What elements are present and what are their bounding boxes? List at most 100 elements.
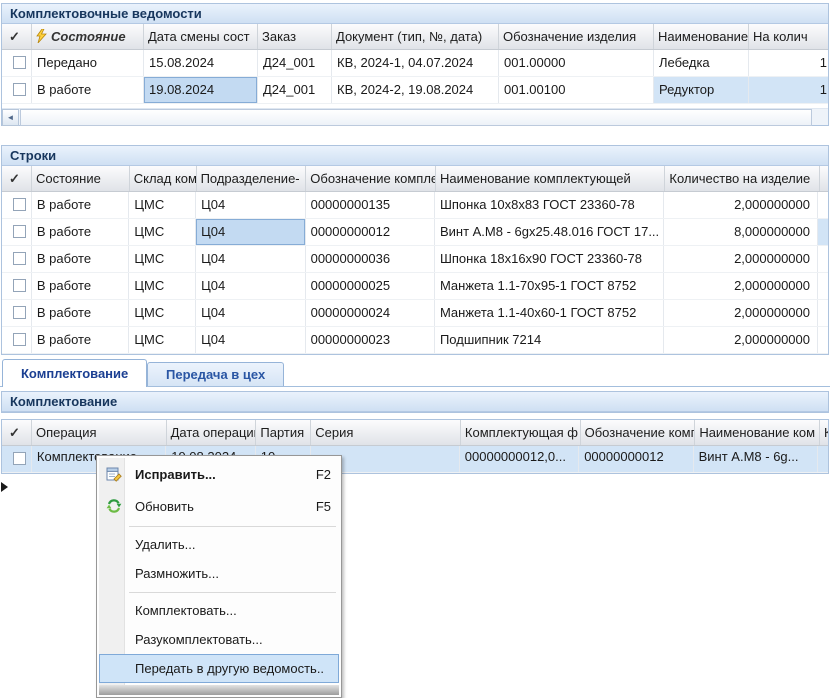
column-header-designation[interactable]: Обозначение изделия [499,24,654,49]
cell-qty[interactable]: 8,000000000 [664,219,818,245]
cell-division[interactable]: Ц04 [196,246,305,272]
menu-item-edit[interactable]: Исправить... F2 [99,458,339,490]
row-checkbox[interactable] [13,225,26,238]
tab-peredacha-v-tseh[interactable]: Передача в цех [147,362,284,387]
cell-qty[interactable]: 2,000000000 [664,327,818,353]
cell-state[interactable]: В работе [32,246,130,272]
column-header-designation[interactable]: Обозначение компле [306,166,436,191]
cell-division[interactable]: Ц04 [196,327,305,353]
cell-order[interactable]: Д24_001 [258,77,332,103]
row-checkbox[interactable] [13,56,26,69]
cell-qty[interactable]: 1 [749,77,828,103]
check-column-header[interactable]: ✓ [2,24,32,49]
cell-order[interactable]: Д24_001 [258,50,332,76]
check-column-header[interactable]: ✓ [2,420,32,445]
column-header-date[interactable]: Дата операции [167,420,257,445]
scroll-left-button[interactable]: ◄ [2,109,19,126]
cell-designation[interactable]: 00000000024 [306,300,435,326]
cell-name[interactable]: Шпонка 10х8х83 ГОСТ 23360-78 [435,192,664,218]
cell-doc[interactable]: КВ, 2024-1, 04.07.2024 [332,50,499,76]
cell-state[interactable]: В работе [32,219,130,245]
menu-item-komplektovat[interactable]: Комплектовать... [99,596,339,625]
menu-item-transfer-to-other-vedomost[interactable]: Передать в другую ведомость... [99,654,339,683]
cell-division[interactable]: Ц04 [196,300,305,326]
cell-name[interactable]: Редуктор [654,77,749,103]
cell-comp[interactable]: 00000000012,0... [460,446,579,472]
row-checkbox[interactable] [13,279,26,292]
column-header-name[interactable]: Наименование ком [695,420,820,445]
column-header-date[interactable]: Дата смены сост [144,24,258,49]
cell-name[interactable]: Винт А.М8 - 6gх25.48.016 ГОСТ 17... [435,219,664,245]
column-header-name[interactable]: Наименование изд [654,24,749,49]
row-checkbox[interactable] [13,333,26,346]
row-checkbox[interactable] [13,83,26,96]
cell-designation[interactable]: 001.00000 [499,50,654,76]
column-header-batch[interactable]: Партия [256,420,311,445]
column-header-state[interactable]: Состояние [32,24,144,49]
check-column-header[interactable]: ✓ [2,166,32,191]
cell-state[interactable]: В работе [32,192,130,218]
row-checkbox[interactable] [13,306,26,319]
column-header-division[interactable]: Подразделение- [197,166,307,191]
row-checkbox[interactable] [13,252,26,265]
cell-designation[interactable]: 00000000135 [306,192,435,218]
column-header-order[interactable]: Заказ [258,24,332,49]
table-row[interactable]: В работе ЦМС Ц04 00000000023 Подшипник 7… [2,327,828,354]
cell-date[interactable]: 15.08.2024 [144,50,258,76]
menu-item-razukomplektovat[interactable]: Разукомплектовать... [99,625,339,654]
cell-warehouse[interactable]: ЦМС [129,246,196,272]
cell-name[interactable]: Манжета 1.1-40х60-1 ГОСТ 8752 [435,300,664,326]
cell-qty[interactable]: 2,000000000 [664,192,818,218]
cell-name[interactable]: Подшипник 7214 [435,327,664,353]
cell-qty[interactable]: 1 [749,50,828,76]
column-header-series[interactable]: Серия [311,420,461,445]
column-header-designation[interactable]: Обозначение комп [581,420,696,445]
cell-division[interactable]: Ц04 [196,192,305,218]
cell-name[interactable]: Лебедка [654,50,749,76]
cell-warehouse[interactable]: ЦМС [129,300,196,326]
column-header-qty[interactable]: Количество на изделие [665,166,820,191]
cell-designation[interactable]: 00000000012 [579,446,693,472]
cell-qty[interactable]: 2,000000000 [664,300,818,326]
cell-warehouse[interactable]: ЦМС [129,327,196,353]
scroll-thumb[interactable] [20,109,812,126]
cell-designation[interactable]: 00000000036 [306,246,435,272]
column-header-doc[interactable]: Документ (тип, №, дата) [332,24,499,49]
column-header-qty[interactable]: На колич [749,24,828,49]
table-row[interactable]: В работе ЦМС Ц04 00000000025 Манжета 1.1… [2,273,828,300]
menu-item-duplicate[interactable]: Размножить... [99,559,339,588]
table-row[interactable]: Передано 15.08.2024 Д24_001 КВ, 2024-1, … [2,50,828,77]
cell-name[interactable]: Шпонка 18х16х90 ГОСТ 23360-78 [435,246,664,272]
cell-state[interactable]: В работе [32,77,144,103]
cell-warehouse[interactable]: ЦМС [129,219,196,245]
table-row[interactable]: В работе ЦМС Ц04 00000000135 Шпонка 10х8… [2,192,828,219]
horizontal-scrollbar[interactable]: ◄ [2,108,828,125]
cell-qty[interactable]: 2,000000000 [664,246,818,272]
cell-division[interactable]: Ц04 [196,273,305,299]
column-header-state[interactable]: Состояние [32,166,130,191]
cell-warehouse[interactable]: ЦМС [129,273,196,299]
cell-name[interactable]: Винт А.М8 - 6g... [694,446,818,472]
table-row[interactable]: В работе ЦМС Ц04 00000000012 Винт А.М8 -… [2,219,828,246]
table-row[interactable]: В работе 19.08.2024 Д24_001 КВ, 2024-2, … [2,77,828,104]
row-checkbox[interactable] [13,198,26,211]
column-header-operation[interactable]: Операция [32,420,167,445]
cell-designation[interactable]: 00000000025 [306,273,435,299]
cell-warehouse[interactable]: ЦМС [129,192,196,218]
cell-qty[interactable]: 2,000000000 [664,273,818,299]
cell-state[interactable]: В работе [32,300,130,326]
menu-item-refresh[interactable]: Обновить F5 [99,490,339,522]
column-header-name[interactable]: Наименование комплектующей [436,166,665,191]
column-header-comp[interactable]: Комплектующая ф [461,420,581,445]
cell-division-focused[interactable]: Ц04 [196,219,305,245]
column-header-warehouse[interactable]: Склад комп [130,166,197,191]
cell-date-focused[interactable]: 19.08.2024 [144,77,258,103]
cell-designation[interactable]: 00000000023 [306,327,435,353]
cell-state[interactable]: В работе [32,327,130,353]
cell-doc[interactable]: КВ, 2024-2, 19.08.2024 [332,77,499,103]
menu-item-delete[interactable]: Удалить... [99,530,339,559]
tab-komplektovanie[interactable]: Комплектование [2,359,147,387]
cell-state[interactable]: Передано [32,50,144,76]
row-checkbox[interactable] [13,452,26,465]
cell-state[interactable]: В работе [32,273,130,299]
